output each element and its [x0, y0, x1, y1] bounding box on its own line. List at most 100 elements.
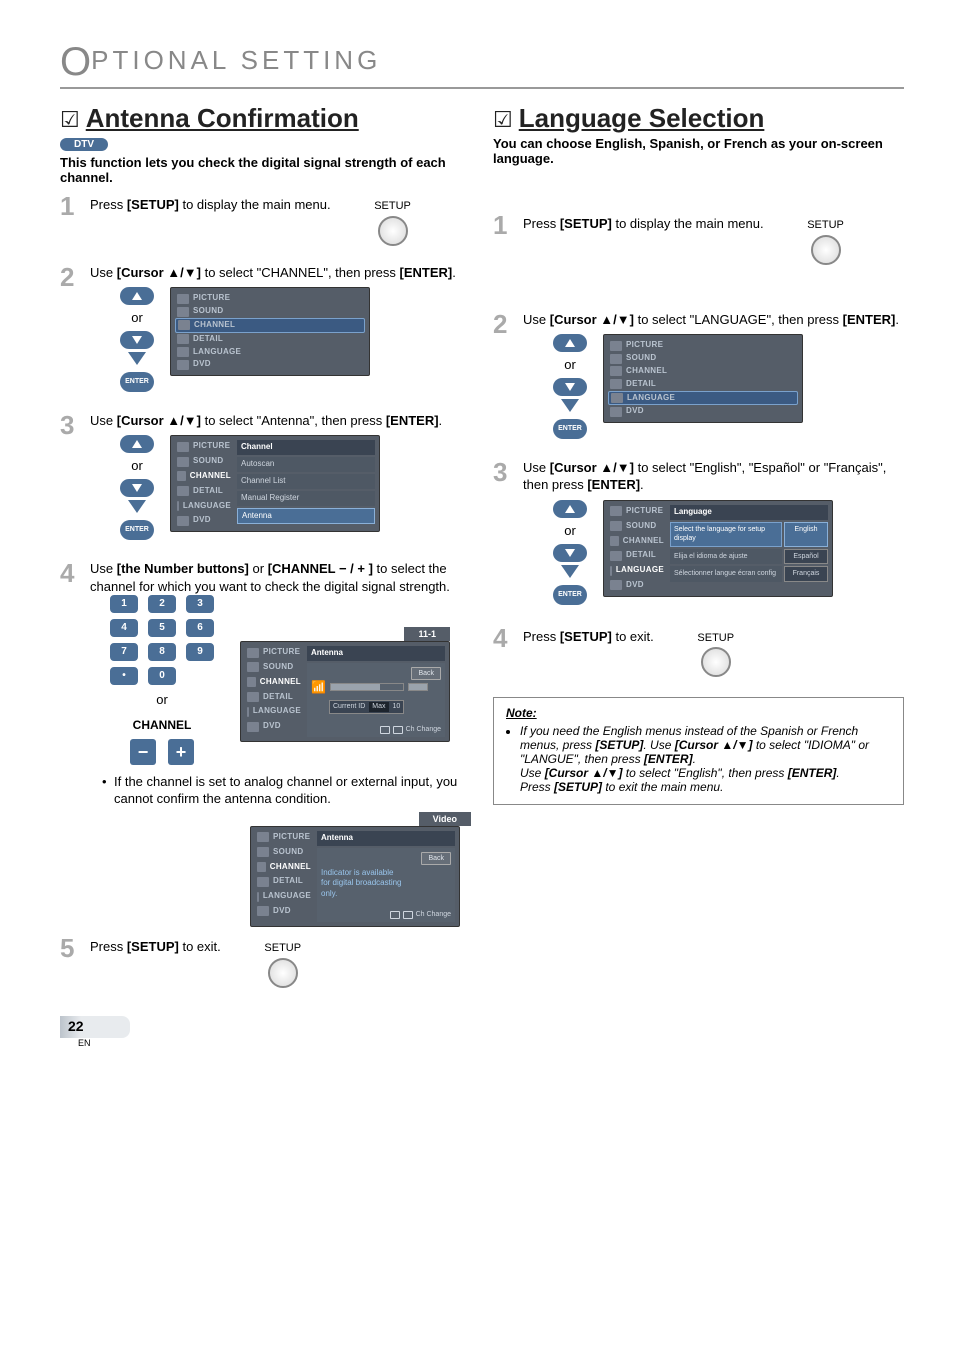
- menu-label[interactable]: SOUND: [273, 847, 303, 858]
- menu-label[interactable]: LANGUAGE: [193, 347, 241, 358]
- setup-button-icon[interactable]: [701, 647, 731, 677]
- step-number: 1: [60, 193, 82, 256]
- menu-label[interactable]: LANGUAGE: [616, 565, 664, 576]
- menu-label[interactable]: PICTURE: [273, 832, 310, 843]
- menu-label[interactable]: CHANNEL: [626, 366, 667, 377]
- enter-button[interactable]: ENTER: [120, 520, 154, 540]
- back-button[interactable]: Back: [411, 667, 441, 680]
- back-button[interactable]: Back: [421, 852, 451, 865]
- num-key-3[interactable]: 3: [186, 595, 214, 613]
- enter-button[interactable]: ENTER: [120, 372, 154, 392]
- enter-button[interactable]: ENTER: [553, 419, 587, 439]
- num-key-6[interactable]: 6: [186, 619, 214, 637]
- sub-item[interactable]: Channel List: [237, 474, 375, 489]
- menu-label[interactable]: SOUND: [626, 353, 656, 364]
- num-key-dot[interactable]: •: [110, 667, 138, 685]
- menu-label[interactable]: PICTURE: [263, 647, 300, 658]
- sub-item[interactable]: Antenna: [237, 508, 375, 525]
- header-o: O: [60, 40, 91, 84]
- sub-item[interactable]: Manual Register: [237, 491, 375, 506]
- lang-option-english[interactable]: English: [784, 522, 828, 547]
- menu-label[interactable]: DVD: [263, 721, 281, 732]
- setup-button-icon[interactable]: [268, 958, 298, 988]
- cursor-up-button[interactable]: [553, 334, 587, 352]
- picture-icon: [177, 442, 189, 452]
- text: to select "English", then press: [622, 766, 787, 780]
- num-key-0[interactable]: 0: [148, 667, 176, 685]
- menu-label[interactable]: CHANNEL: [190, 471, 231, 482]
- menu-row: LANGUAGE: [175, 500, 233, 513]
- cursor-up-button[interactable]: [120, 287, 154, 305]
- menu-label[interactable]: LANGUAGE: [263, 891, 311, 902]
- menu-label[interactable]: DETAIL: [626, 550, 656, 561]
- menu-label[interactable]: PICTURE: [626, 506, 663, 517]
- language-options: Language Select the language for setup d…: [670, 505, 828, 592]
- num-key-8[interactable]: 8: [148, 643, 176, 661]
- menu-label[interactable]: DETAIL: [263, 692, 293, 703]
- menu-row: LANGUAGE: [255, 890, 313, 903]
- lang-option-spanish[interactable]: Español: [784, 549, 828, 564]
- step-body: Press [SETUP] to display the main menu. …: [90, 193, 471, 256]
- menu-label[interactable]: LANGUAGE: [183, 501, 231, 512]
- left-intro: This function lets you check the digital…: [60, 155, 471, 185]
- menu-row: LANGUAGE: [608, 564, 666, 577]
- enter-button[interactable]: ENTER: [553, 585, 587, 605]
- cursor-down-button[interactable]: [553, 544, 587, 562]
- channel-minus-button[interactable]: −: [130, 739, 156, 765]
- num-key-1[interactable]: 1: [110, 595, 138, 613]
- cursor-down-button[interactable]: [553, 378, 587, 396]
- num-key-9[interactable]: 9: [186, 643, 214, 661]
- menu-label[interactable]: SOUND: [193, 306, 223, 317]
- menu-label[interactable]: SOUND: [193, 456, 223, 467]
- cursor-down-button[interactable]: [120, 331, 154, 349]
- menu-label[interactable]: DVD: [626, 580, 644, 591]
- channel-plus-button[interactable]: +: [168, 739, 194, 765]
- menu-label[interactable]: CHANNEL: [623, 536, 664, 547]
- setup-button-icon[interactable]: [378, 216, 408, 246]
- menu-label[interactable]: SOUND: [263, 662, 293, 673]
- left-step-4: 4 Use [the Number buttons] or [CHANNEL −…: [60, 560, 471, 927]
- menu-label[interactable]: PICTURE: [626, 340, 663, 351]
- menu-label[interactable]: DVD: [193, 515, 211, 526]
- menu-row: DETAIL: [175, 485, 233, 498]
- setup-label: SETUP: [374, 199, 411, 214]
- num-key-5[interactable]: 5: [148, 619, 176, 637]
- menu-label[interactable]: CHANNEL: [270, 862, 311, 873]
- cursor-up-button[interactable]: [120, 435, 154, 453]
- cursor-down-button[interactable]: [120, 479, 154, 497]
- menu-label[interactable]: PICTURE: [193, 441, 230, 452]
- menu-label[interactable]: LANGUAGE: [627, 393, 675, 404]
- menu-label[interactable]: CHANNEL: [194, 320, 235, 331]
- channel-tag: 11-1: [404, 627, 450, 641]
- menu-label[interactable]: PICTURE: [193, 293, 230, 304]
- columns: ☑ Antenna Confirmation DTV This function…: [60, 103, 904, 1006]
- sub-item[interactable]: Autoscan: [237, 457, 375, 472]
- cursor-up-button[interactable]: [553, 500, 587, 518]
- menu-label[interactable]: DVD: [626, 406, 644, 417]
- num-key-2[interactable]: 2: [148, 595, 176, 613]
- num-key-4[interactable]: 4: [110, 619, 138, 637]
- menu-label[interactable]: DVD: [273, 906, 291, 917]
- lang-desc: Select the language for setup display: [670, 522, 782, 547]
- text: Use: [523, 312, 550, 327]
- text: Press: [90, 197, 127, 212]
- note-title: Note:: [506, 706, 891, 720]
- num-key-7[interactable]: 7: [110, 643, 138, 661]
- menu-label[interactable]: DETAIL: [626, 379, 656, 390]
- menu-row: SOUND: [608, 520, 666, 533]
- menu-label[interactable]: CHANNEL: [260, 677, 301, 688]
- menu-label[interactable]: DVD: [193, 359, 211, 370]
- lang-option-french[interactable]: Français: [784, 566, 828, 581]
- menu-label[interactable]: SOUND: [626, 521, 656, 532]
- chlist-icon: [393, 726, 403, 734]
- menu-label[interactable]: LANGUAGE: [253, 706, 301, 717]
- menu-label[interactable]: DETAIL: [273, 876, 303, 887]
- menu-label[interactable]: DETAIL: [193, 486, 223, 497]
- menu-label[interactable]: DETAIL: [193, 334, 223, 345]
- enter-key: [ENTER]: [843, 312, 896, 327]
- text: Use: [90, 265, 117, 280]
- sub-panel: Antenna Back 📶: [307, 646, 445, 737]
- setup-button-icon[interactable]: [811, 235, 841, 265]
- setup-key: [SETUP]: [595, 738, 643, 752]
- text: to exit.: [179, 939, 221, 954]
